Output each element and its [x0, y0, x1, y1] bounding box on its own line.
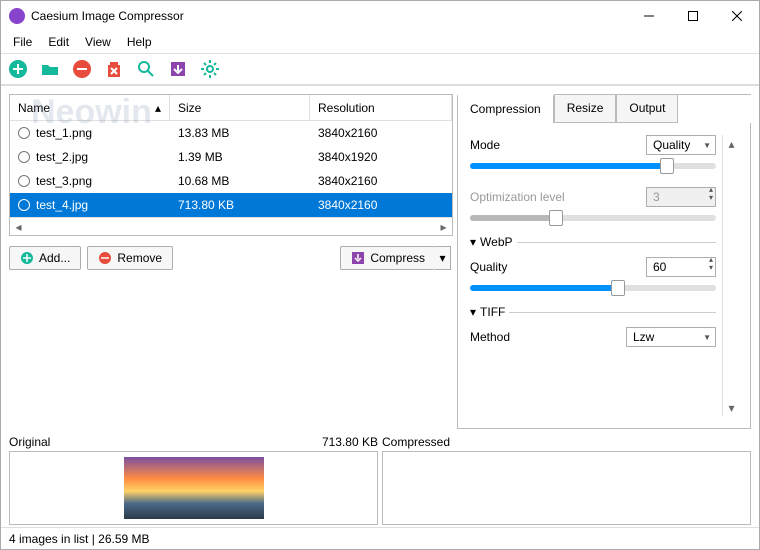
compress-button[interactable]: Compress ▾	[340, 246, 451, 270]
toolbar	[1, 53, 759, 85]
scroll-up-icon[interactable]: ▴	[723, 135, 740, 152]
plus-icon	[20, 251, 34, 265]
compress-icon[interactable]	[167, 58, 189, 80]
add-file-icon[interactable]	[7, 58, 29, 80]
optimization-spinner: 3	[646, 187, 716, 207]
remove-icon[interactable]	[71, 58, 93, 80]
vertical-scrollbar[interactable]: ▴ ▾	[722, 135, 738, 416]
file-icon	[18, 199, 30, 211]
settings-panel: Compression Resize Output Mode Quality O…	[457, 94, 751, 429]
file-name: test_3.png	[36, 174, 92, 188]
file-resolution: 3840x2160	[310, 174, 452, 188]
chevron-down-icon: ▾	[470, 235, 476, 249]
titlebar: Caesium Image Compressor	[1, 1, 759, 31]
webp-section-header[interactable]: ▾ WebP	[470, 235, 716, 249]
column-resolution[interactable]: Resolution	[310, 95, 452, 120]
compress-dropdown-icon[interactable]: ▾	[435, 246, 451, 270]
statusbar: 4 images in list | 26.59 MB	[1, 527, 759, 549]
menu-help[interactable]: Help	[119, 32, 160, 52]
preview-area: Original 713.80 KB Compressed	[1, 433, 759, 527]
status-text: 4 images in list | 26.59 MB	[9, 532, 150, 546]
settings-icon[interactable]	[199, 58, 221, 80]
method-combo[interactable]: Lzw	[626, 327, 716, 347]
scroll-track[interactable]	[27, 218, 435, 235]
menu-file[interactable]: File	[5, 32, 40, 52]
close-button[interactable]	[715, 2, 759, 30]
file-name: test_4.jpg	[36, 198, 88, 212]
file-resolution: 3840x1920	[310, 150, 452, 164]
original-preview-frame	[9, 451, 378, 525]
file-name: test_2.jpg	[36, 150, 88, 164]
horizontal-scrollbar[interactable]: ◂ ▸	[10, 217, 452, 235]
quality-slider[interactable]	[470, 163, 716, 169]
table-body: test_1.png13.83 MB3840x2160test_2.jpg1.3…	[10, 121, 452, 217]
minus-icon	[98, 251, 112, 265]
tab-compression[interactable]: Compression	[457, 94, 554, 123]
preview-original: Original 713.80 KB	[9, 433, 378, 525]
file-size: 13.83 MB	[170, 126, 310, 140]
scroll-right-icon[interactable]: ▸	[435, 218, 452, 235]
table-row[interactable]: test_4.jpg 713.80 KB3840x2160	[10, 193, 452, 217]
table-header: Name▴ Size Resolution	[10, 95, 452, 121]
method-label: Method	[470, 330, 618, 344]
webp-quality-label: Quality	[470, 260, 638, 274]
mode-label: Mode	[470, 138, 638, 152]
minimize-button[interactable]	[627, 2, 671, 30]
scroll-down-icon[interactable]: ▾	[723, 399, 740, 416]
optimization-slider	[470, 215, 716, 221]
file-resolution: 3840x2160	[310, 126, 452, 140]
scroll-left-icon[interactable]: ◂	[10, 218, 27, 235]
optimization-label: Optimization level	[470, 190, 638, 204]
tiff-section-header[interactable]: ▾ TIFF	[470, 305, 716, 319]
menu-edit[interactable]: Edit	[40, 32, 77, 52]
compressed-label: Compressed	[382, 435, 450, 449]
webp-quality-spinner[interactable]: 60	[646, 257, 716, 277]
table-row[interactable]: test_2.jpg 1.39 MB3840x1920	[10, 145, 452, 169]
app-icon	[9, 8, 25, 24]
file-icon	[18, 127, 30, 139]
file-list-panel: Name▴ Size Resolution test_1.png 13.83 MB…	[9, 94, 453, 236]
action-button-row: Add... Remove Compress ▾	[1, 240, 457, 276]
tab-content: Mode Quality Optimization level 3 ▾	[457, 123, 751, 429]
search-icon[interactable]	[135, 58, 157, 80]
remove-button[interactable]: Remove	[87, 246, 173, 270]
add-button[interactable]: Add...	[9, 246, 81, 270]
file-size: 1.39 MB	[170, 150, 310, 164]
tab-resize[interactable]: Resize	[554, 95, 617, 123]
tab-output[interactable]: Output	[616, 95, 678, 123]
menubar: File Edit View Help	[1, 31, 759, 53]
file-size: 713.80 KB	[170, 198, 310, 212]
compress-small-icon	[351, 251, 365, 265]
table-row[interactable]: test_1.png 13.83 MB3840x2160	[10, 121, 452, 145]
preview-compressed: Compressed	[382, 433, 751, 525]
menu-view[interactable]: View	[77, 32, 119, 52]
chevron-down-icon: ▾	[470, 305, 476, 319]
maximize-button[interactable]	[671, 2, 715, 30]
compressed-preview-frame	[382, 451, 751, 525]
preview-thumbnail	[124, 457, 264, 519]
tabs: Compression Resize Output	[457, 95, 751, 123]
original-size: 713.80 KB	[322, 435, 378, 449]
column-size[interactable]: Size	[170, 95, 310, 120]
file-icon	[18, 151, 30, 163]
main-area: Name▴ Size Resolution test_1.png 13.83 MB…	[1, 85, 759, 433]
original-label: Original	[9, 435, 50, 449]
file-resolution: 3840x2160	[310, 198, 452, 212]
file-size: 10.68 MB	[170, 174, 310, 188]
file-icon	[18, 175, 30, 187]
webp-quality-slider[interactable]	[470, 285, 716, 291]
clear-icon[interactable]	[103, 58, 125, 80]
window-title: Caesium Image Compressor	[31, 9, 627, 23]
open-folder-icon[interactable]	[39, 58, 61, 80]
sort-asc-icon: ▴	[155, 101, 161, 115]
file-name: test_1.png	[36, 126, 92, 140]
column-name[interactable]: Name▴	[10, 95, 170, 120]
table-row[interactable]: test_3.png 10.68 MB3840x2160	[10, 169, 452, 193]
mode-combo[interactable]: Quality	[646, 135, 716, 155]
